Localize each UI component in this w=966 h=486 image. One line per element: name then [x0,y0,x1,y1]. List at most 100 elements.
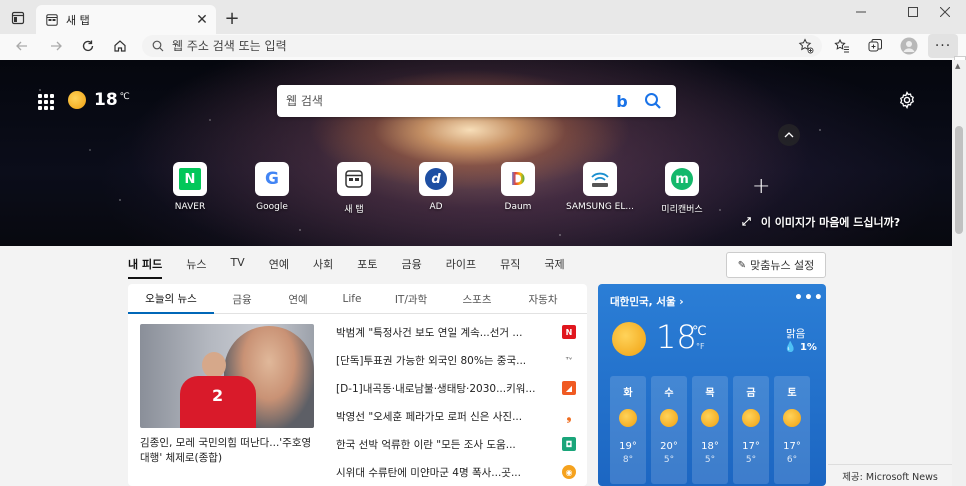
quick-link-new-tab[interactable]: 새 탭 [320,162,388,215]
headline-text: 박범계 "특정사건 보도 연일 계속...선거 ... [336,326,523,339]
quick-link-naver[interactable]: N NAVER [156,162,224,212]
news-source-icon: ◉ [562,465,576,479]
quick-link-daum[interactable]: D Daum [484,162,552,212]
like-image-link[interactable]: ⤢ 이 이미지가 마음에 드십니까? [742,214,900,230]
feed-nav-tv[interactable]: TV [230,256,244,279]
customize-news-button[interactable]: ✎ 맞춤뉴스 설정 [726,252,826,278]
headline-text: 한국 선박 억류한 이란 "모든 조사 도움... [336,438,516,451]
web-search-input[interactable] [286,94,612,108]
forecast-day[interactable]: 목 18° 5° [692,376,728,484]
collapse-chevron-up-icon[interactable] [778,124,800,146]
search-submit-icon[interactable] [644,92,662,110]
headline-text: 시위대 수류탄에 미얀마군 4명 폭사...곳... [336,466,521,479]
news-source-credit: 제공: Microsoft News [828,464,952,486]
weather-card[interactable]: 대한민국, 서울 › ••• 18 ℃ °F 맑음 💧 1% 화 19° 8° 수… [598,284,826,486]
ad-logo-icon: d [425,168,447,190]
quick-link-label: Daum [504,202,532,212]
main-story-photo[interactable]: 2 [140,324,314,428]
main-story-caption[interactable]: 김종인, 모레 국민의힘 떠난다...'주호영 대행' 체제로(종합) [140,436,320,466]
tab-close-icon[interactable]: ✕ [192,10,212,30]
quick-link-ad[interactable]: d AD [402,162,470,212]
collections-button[interactable] [862,35,888,57]
weather-unit-celsius[interactable]: ℃ [692,324,707,339]
apps-grid-icon[interactable] [38,94,54,110]
headline-item[interactable]: 한국 선박 억류한 이란 "모든 조사 도움... ◘ [336,430,576,458]
news-tab-today[interactable]: 오늘의 뉴스 [128,284,214,314]
feed-nav-world[interactable]: 국제 [544,256,564,279]
minimize-button[interactable] [840,0,882,24]
address-input[interactable] [172,39,772,53]
collections-icon [868,39,882,52]
web-search-box[interactable]: b [277,85,676,117]
forecast-day[interactable]: 토 17° 6° [774,376,810,484]
forecast-day[interactable]: 화 19° 8° [610,376,646,484]
quick-link-label: AD [429,202,443,212]
weather-more-icon[interactable]: ••• [794,290,824,306]
news-tab-life[interactable]: Life [326,284,378,314]
headline-item[interactable]: [단독]투표권 가능한 외국인 80%는 중국... ᵀᵛ [336,346,576,374]
news-source-icon: ❟ [562,409,576,423]
home-button[interactable] [106,34,134,58]
sunny-icon [701,409,719,427]
headline-text: [D-1]내곡동·내로남불·생태탕·2030...키워... [336,382,536,395]
google-logo-icon: G [265,169,279,189]
tab-strip: 새 탭 ✕ + [0,0,966,34]
feed-nav-entertainment[interactable]: 연예 [269,256,289,279]
favorites-button[interactable] [829,35,855,57]
profile-button[interactable] [896,35,922,57]
quick-link-label: 새 탭 [344,205,364,215]
feed-nav-photo[interactable]: 포토 [357,256,377,279]
headline-item[interactable]: [D-1]내곡동·내로남불·생태탕·2030...키워... ◢ [336,374,576,402]
settings-and-more-button[interactable]: ··· [928,34,958,58]
feed-nav-music[interactable]: 뮤직 [500,256,520,279]
quick-link-miricanvas[interactable]: m 미리캔버스 [648,162,716,215]
news-tab-entertainment[interactable]: 연예 [270,284,326,314]
quick-link-google[interactable]: G Google [238,162,306,212]
page-settings-gear-icon[interactable] [898,91,916,109]
add-favorite-button[interactable] [793,35,819,57]
feed-nav-society[interactable]: 사회 [313,256,333,279]
refresh-icon [82,40,94,52]
back-button[interactable] [8,34,36,58]
forecast-day[interactable]: 금 17° 5° [733,376,769,484]
feed-nav-life[interactable]: 라이프 [446,256,476,279]
hero-weather[interactable]: 18 ℃ [68,90,130,110]
sunny-icon [612,322,646,356]
tab-actions-button[interactable] [6,7,30,29]
feed-nav-finance[interactable]: 금융 [401,256,421,279]
avatar-icon [900,37,918,55]
weather-location[interactable]: 대한민국, 서울 › [610,294,684,309]
quick-link-samsung[interactable]: SAMSUNG EL... [566,162,634,212]
tab-new-tab[interactable]: 새 탭 ✕ [36,5,216,34]
scroll-up-icon[interactable]: ▲ [955,62,963,70]
forecast-day[interactable]: 수 20° 5° [651,376,687,484]
sunny-icon [660,409,678,427]
sunny-icon [783,409,801,427]
new-tab-button[interactable]: + [222,8,242,29]
headline-item[interactable]: 박영선 "오세훈 페라가모 로퍼 신은 사진... ❟ [336,402,576,430]
weather-unit-fahrenheit[interactable]: °F [696,342,705,351]
forward-button[interactable] [42,34,70,58]
headline-item[interactable]: 박범계 "특정사건 보도 연일 계속...선거 ... N [336,318,576,346]
add-quick-link-icon[interactable]: + [752,174,770,199]
close-window-button[interactable] [924,0,966,24]
address-bar[interactable] [142,35,822,57]
close-icon [940,7,950,17]
news-tab-finance[interactable]: 금융 [214,284,270,314]
favorites-icon [834,38,849,53]
feed-nav-news[interactable]: 뉴스 [186,256,206,279]
daum-logo-icon: D [510,168,526,190]
news-tab-it-science[interactable]: IT/과학 [378,284,444,314]
sunny-icon [742,409,760,427]
news-tab-auto[interactable]: 자동차 [510,284,576,314]
bing-logo-icon[interactable]: b [612,91,632,111]
feed-nav-my-feed[interactable]: 내 피드 [128,256,163,279]
news-tab-sports[interactable]: 스포츠 [444,284,510,314]
headline-item[interactable]: 시위대 수류탄에 미얀마군 4명 폭사...곳... ◉ [336,458,576,486]
scrollbar-thumb[interactable] [955,126,963,234]
page-scrollbar[interactable]: ▲ [952,60,966,486]
refresh-button[interactable] [74,34,102,58]
news-card: 오늘의 뉴스 금융 연예 Life IT/과학 스포츠 자동차 2 김종인, 모… [128,284,587,486]
news-tabs: 오늘의 뉴스 금융 연예 Life IT/과학 스포츠 자동차 [128,284,587,314]
headline-text: 박영선 "오세훈 페라가모 로퍼 신은 사진... [336,410,523,423]
